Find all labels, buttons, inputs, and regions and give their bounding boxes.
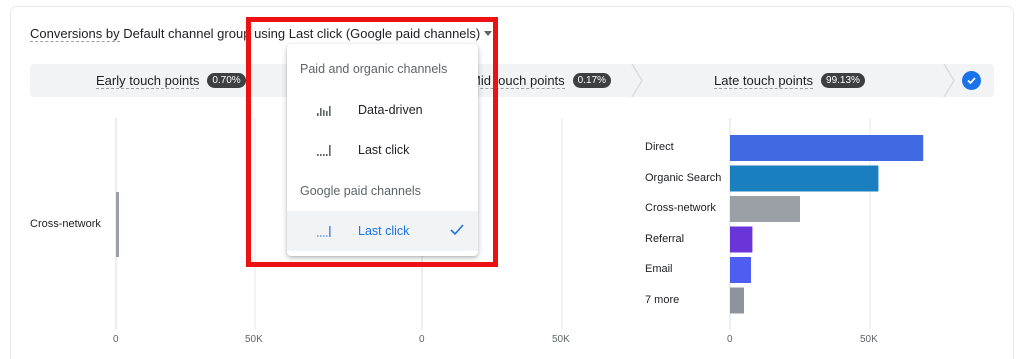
touch-point-label: Late touch points (714, 72, 814, 89)
dimension-selector[interactable]: Default channel group (123, 26, 250, 41)
bar (730, 257, 751, 283)
x-tick-label: 50K (860, 334, 878, 345)
category-label: Referral (645, 232, 685, 245)
touch-point-badge: 99.13% (821, 73, 865, 88)
bar (730, 135, 924, 161)
bar (730, 226, 753, 253)
x-tick-label: 0 (419, 334, 425, 345)
checkmark-circle-icon[interactable] (962, 71, 981, 90)
bar (730, 287, 744, 314)
touch-point-badge: 0.17% (572, 73, 612, 88)
title-prefix: Conversions by (30, 26, 120, 42)
category-label: Cross-network (645, 202, 716, 214)
bar-charts-svg (115, 118, 924, 330)
touch-point-late[interactable]: Late touch points 99.13% (714, 64, 865, 97)
bar (116, 192, 119, 257)
x-tick-label: 0 (727, 334, 733, 345)
category-label: Organic Search (645, 171, 722, 184)
category-label: Cross-network (30, 217, 101, 230)
touch-points-bar: Early touch points 0.70% Mid touch point… (30, 64, 994, 97)
bar (730, 165, 879, 192)
highlight-box (246, 17, 498, 267)
charts-area: 0 50K Cross-network 0 50K 0 50K Direct Organic S… (0, 110, 1024, 359)
x-tick-label: 50K (552, 334, 570, 345)
chevron-right-icon (943, 64, 955, 97)
category-label: Direct (645, 141, 674, 153)
touch-point-badge: 0.70% (207, 73, 246, 88)
bar (730, 196, 800, 222)
x-tick-label: 0 (113, 334, 119, 345)
x-tick-label: 50K (245, 334, 263, 345)
chevron-right-icon (631, 64, 643, 97)
category-label: Email (645, 263, 673, 275)
touch-point-label: Early touch points (96, 72, 200, 89)
touch-point-early[interactable]: Early touch points 0.70% (96, 64, 246, 97)
category-label: 7 more (645, 293, 680, 306)
